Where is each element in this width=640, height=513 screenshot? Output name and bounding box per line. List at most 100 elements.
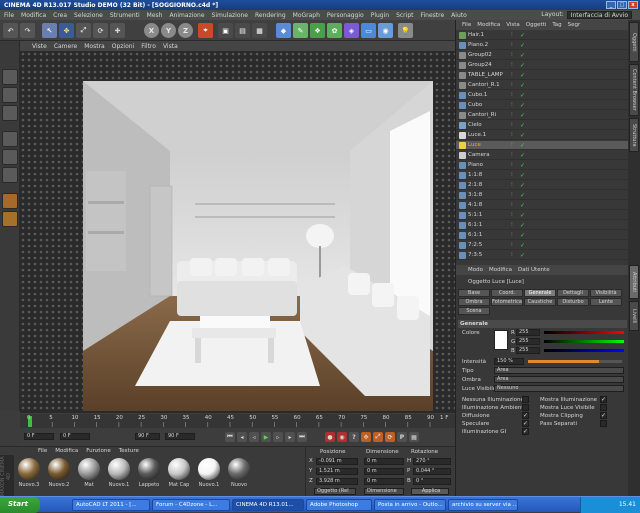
visible-light-select[interactable]: Nessuno — [494, 385, 624, 392]
menu-character[interactable]: Personaggio — [327, 12, 364, 19]
menu-create[interactable]: Crea — [53, 12, 67, 19]
object-row[interactable]: 1:1:8 ⁝ ✓ — [456, 171, 629, 180]
object-row[interactable]: Luce ⁝ ✓ — [456, 141, 629, 150]
timeline-max-field[interactable]: 90 F — [135, 433, 160, 440]
enabled-check-icon[interactable]: ✓ — [520, 152, 525, 159]
coord-size-mode-select[interactable]: Dimensione — [364, 488, 404, 495]
timeline-end-field[interactable]: 90 F — [165, 433, 195, 440]
menu-tools[interactable]: Strumenti — [110, 12, 140, 19]
attribute-tab[interactable]: Dettagli — [557, 289, 589, 297]
object-row[interactable]: 3:1:8 ⁝ ✓ — [456, 191, 629, 200]
object-row[interactable]: Cubo ⁝ ✓ — [456, 101, 629, 110]
attribute-tab[interactable]: Caustiche — [524, 298, 556, 306]
visibility-dots-icon[interactable]: ⁝ — [511, 182, 513, 188]
enabled-check-icon[interactable]: ✓ — [520, 232, 525, 239]
menu-render[interactable]: Rendering — [255, 12, 286, 19]
attribute-tab[interactable]: Visibilità — [590, 289, 622, 297]
shadow-select[interactable]: Area — [494, 376, 624, 383]
menu-file[interactable]: File — [4, 12, 14, 19]
side-tab-objects[interactable]: Oggetti — [629, 22, 639, 62]
enabled-check-icon[interactable]: ✓ — [520, 72, 525, 79]
enabled-check-icon[interactable]: ✓ — [520, 222, 525, 229]
enabled-check-icon[interactable]: ✓ — [520, 52, 525, 59]
visibility-dots-icon[interactable]: ⁝ — [511, 112, 513, 118]
mat-menu-texture[interactable]: Texture — [119, 448, 139, 454]
enabled-check-icon[interactable]: ✓ — [520, 192, 525, 199]
coord-rotation-field[interactable]: 0.044 ° — [413, 468, 451, 475]
am-menu-userdata[interactable]: Dati Utente — [518, 267, 550, 273]
scale-icon[interactable]: ⤢ — [76, 23, 91, 38]
menu-edit[interactable]: Modifica — [21, 12, 46, 19]
coord-position-field[interactable]: 3.928 m — [316, 478, 358, 485]
nurbs-icon[interactable]: ❖ — [310, 23, 325, 38]
material-swatch[interactable] — [48, 458, 70, 480]
coord-size-field[interactable]: 0 m — [364, 478, 404, 485]
visibility-dots-icon[interactable]: ⁝ — [511, 142, 513, 148]
sculpt-icon[interactable] — [2, 193, 18, 209]
maximize-button[interactable]: □ — [617, 1, 627, 9]
enabled-check-icon[interactable]: ✓ — [520, 202, 525, 209]
recent-tool-icon[interactable]: ✚ — [110, 23, 125, 38]
menu-animation[interactable]: Animazione — [169, 12, 204, 19]
visibility-dots-icon[interactable]: ⁝ — [511, 122, 513, 128]
object-row[interactable]: Luce.1 ⁝ ✓ — [456, 131, 629, 140]
viewport-menu-views[interactable]: Viste — [32, 43, 47, 50]
object-row[interactable]: Piano.2 ⁝ ✓ — [456, 41, 629, 50]
object-row[interactable]: 2:1:8 ⁝ ✓ — [456, 181, 629, 190]
visibility-dots-icon[interactable]: ⁝ — [511, 162, 513, 168]
object-row[interactable]: Cubo.1 ⁝ ✓ — [456, 91, 629, 100]
render-view-icon[interactable]: ▣ — [218, 23, 233, 38]
visibility-dots-icon[interactable]: ⁝ — [511, 242, 513, 248]
enabled-check-icon[interactable]: ✓ — [520, 42, 525, 49]
go-to-end-icon[interactable]: ⏭ — [297, 432, 307, 442]
enabled-check-icon[interactable]: ✓ — [520, 252, 525, 259]
apply-button[interactable]: Applica — [411, 488, 449, 495]
intensity-field[interactable]: 150 % — [494, 358, 524, 365]
coord-mode-select[interactable]: Oggetto (Rel — [314, 488, 356, 495]
attribute-tab[interactable]: Disturbo — [557, 298, 589, 306]
visibility-dots-icon[interactable]: ⁝ — [511, 82, 513, 88]
enabled-check-icon[interactable]: ✓ — [520, 182, 525, 189]
menu-mesh[interactable]: Mesh — [147, 12, 163, 19]
checkbox[interactable]: ✓ — [600, 412, 607, 419]
visibility-dots-icon[interactable]: ⁝ — [511, 192, 513, 198]
enabled-check-icon[interactable]: ✓ — [520, 112, 525, 119]
viewport-menu-display[interactable]: Mostra — [84, 43, 104, 50]
visibility-dots-icon[interactable]: ⁝ — [511, 52, 513, 58]
checkbox[interactable] — [600, 420, 607, 427]
coord-position-field[interactable]: -0.091 m — [316, 458, 358, 465]
enabled-check-icon[interactable]: ✓ — [520, 172, 525, 179]
render-settings-icon[interactable]: ▦ — [252, 23, 267, 38]
array-icon[interactable]: ✿ — [327, 23, 342, 38]
green-field[interactable]: 255 — [516, 338, 540, 345]
object-row[interactable]: 4:1:8 ⁝ ✓ — [456, 201, 629, 210]
scene-floor-icon[interactable]: ▭ — [361, 23, 376, 38]
visibility-dots-icon[interactable]: ⁝ — [511, 232, 513, 238]
snap-icon[interactable] — [2, 211, 18, 227]
side-tab-content-browser[interactable]: Content Browser — [629, 64, 639, 116]
visibility-dots-icon[interactable]: ⁝ — [511, 32, 513, 38]
red-slider[interactable] — [544, 331, 624, 334]
type-select[interactable]: Area — [494, 367, 624, 374]
scale-key-icon[interactable]: ⤢ — [373, 432, 383, 442]
axis-x-button[interactable]: X — [144, 23, 159, 38]
param-key-icon[interactable]: P — [397, 432, 407, 442]
material-swatch[interactable] — [108, 458, 130, 480]
coord-position-field[interactable]: 1.521 m — [316, 468, 358, 475]
move-icon[interactable]: ✥ — [59, 23, 74, 38]
visibility-dots-icon[interactable]: ⁝ — [511, 42, 513, 48]
enabled-check-icon[interactable]: ✓ — [520, 132, 525, 139]
model-mode-icon[interactable] — [2, 69, 18, 85]
red-field[interactable]: 255 — [516, 329, 540, 336]
light-icon[interactable]: 💡 — [398, 23, 413, 38]
spline-pen-icon[interactable]: ✎ — [293, 23, 308, 38]
color-swatch[interactable] — [494, 330, 508, 350]
pointer-icon[interactable]: ↖ — [42, 23, 57, 38]
checkbox[interactable] — [522, 396, 529, 403]
visibility-dots-icon[interactable]: ⁝ — [511, 172, 513, 178]
next-key-icon[interactable]: ▸ — [285, 432, 295, 442]
attribute-tab[interactable]: Ombra — [458, 298, 490, 306]
viewport-menu-filter[interactable]: Filtro — [141, 43, 156, 50]
enabled-check-icon[interactable]: ✓ — [520, 122, 525, 129]
side-tab-structure[interactable]: Struttura — [629, 118, 639, 152]
